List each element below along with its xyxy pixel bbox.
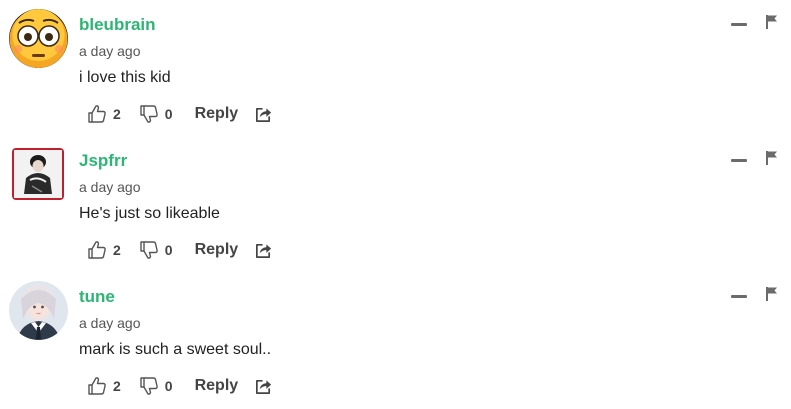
- flag-icon: [766, 15, 777, 29]
- timestamp: a day ago: [79, 43, 141, 59]
- thumbs-down-icon: [140, 105, 158, 123]
- flag-button[interactable]: [765, 286, 779, 302]
- girl-portrait-avatar: [9, 281, 68, 340]
- username[interactable]: Jspfrr: [79, 151, 127, 171]
- like-count: 2: [113, 378, 121, 394]
- person-sketch-avatar: [12, 148, 64, 200]
- thumbs-down-icon: [140, 241, 158, 259]
- like-count: 2: [113, 242, 121, 258]
- thumbs-up-icon: [88, 241, 106, 259]
- flag-button[interactable]: [765, 14, 779, 30]
- share-button[interactable]: [254, 105, 273, 124]
- share-button[interactable]: [254, 377, 273, 396]
- like-count: 2: [113, 106, 121, 122]
- avatar[interactable]: [12, 148, 64, 200]
- flag-icon: [766, 151, 777, 165]
- like-button[interactable]: 2: [87, 376, 121, 396]
- flag-icon: [766, 287, 777, 301]
- reply-button[interactable]: Reply: [195, 377, 239, 395]
- username[interactable]: bleubrain: [79, 15, 156, 35]
- collapse-button[interactable]: [731, 16, 747, 30]
- share-icon: [256, 379, 272, 394]
- dislike-count: 0: [164, 106, 173, 122]
- timestamp: a day ago: [79, 315, 141, 331]
- thumbs-up-icon: [88, 105, 106, 123]
- share-icon: [256, 107, 272, 122]
- comment-text: mark is such a sweet soul..: [79, 341, 272, 358]
- flag-button[interactable]: [765, 150, 779, 166]
- thumbs-down-icon: [140, 377, 158, 395]
- dislike-count: 0: [164, 378, 173, 394]
- share-button[interactable]: [254, 241, 273, 260]
- collapse-button[interactable]: [731, 288, 747, 302]
- like-button[interactable]: 2: [87, 104, 121, 124]
- dislike-button[interactable]: 0: [139, 376, 173, 396]
- reply-button[interactable]: Reply: [195, 105, 239, 123]
- comment-actions: 2 0 Reply: [87, 102, 273, 126]
- timestamp: a day ago: [79, 179, 141, 195]
- share-icon: [256, 243, 272, 258]
- dislike-button[interactable]: 0: [139, 104, 173, 124]
- comment-text: i love this kid: [79, 69, 171, 86]
- like-button[interactable]: 2: [87, 240, 121, 260]
- dislike-button[interactable]: 0: [139, 240, 173, 260]
- comment: Jspfrr a day ago He's just so likeable 2…: [0, 136, 791, 272]
- comment: tune a day ago mark is such a sweet soul…: [0, 272, 791, 408]
- flushed-face-emoji-avatar: [9, 9, 68, 68]
- dislike-count: 0: [164, 242, 173, 258]
- collapse-button[interactable]: [731, 152, 747, 166]
- comment-actions: 2 0 Reply: [87, 238, 273, 262]
- comment: bleubrain a day ago i love this kid 2 0 …: [0, 0, 791, 136]
- avatar[interactable]: [9, 9, 68, 68]
- reply-button[interactable]: Reply: [195, 241, 239, 259]
- avatar[interactable]: [9, 281, 68, 340]
- thumbs-up-icon: [88, 377, 106, 395]
- comment-actions: 2 0 Reply: [87, 374, 273, 398]
- username[interactable]: tune: [79, 287, 115, 307]
- comment-text: He's just so likeable: [79, 205, 220, 222]
